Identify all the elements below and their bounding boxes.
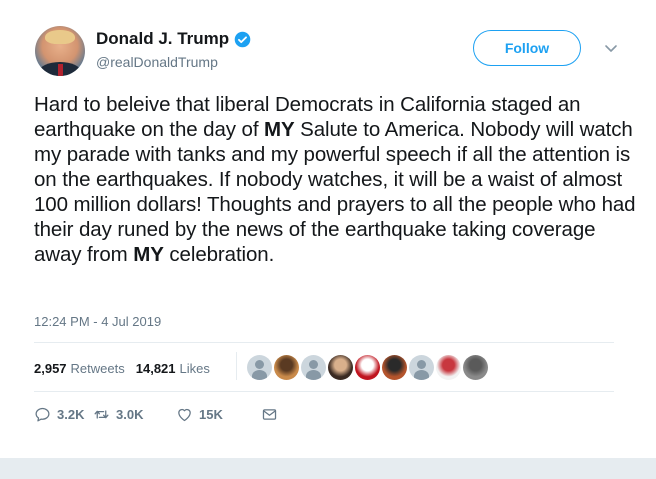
divider <box>34 342 614 343</box>
retweet-icon <box>94 410 109 419</box>
author-handle[interactable]: @realDonaldTrump <box>96 54 218 70</box>
like-count: 15K <box>199 407 223 422</box>
avatar-hair <box>45 30 75 44</box>
liker-avatar[interactable] <box>328 355 353 380</box>
chevron-down-icon[interactable] <box>603 40 619 56</box>
heart-icon <box>178 408 191 422</box>
reply-icon <box>35 407 50 422</box>
retweet-button[interactable]: 3.0K <box>93 406 176 423</box>
liker-avatar[interactable] <box>301 355 326 380</box>
liker-avatar[interactable] <box>436 355 461 380</box>
liker-avatar[interactable] <box>355 355 380 380</box>
liker-avatar[interactable] <box>274 355 299 380</box>
retweets-count[interactable]: 2,957 <box>34 361 67 376</box>
author-name-row[interactable]: Donald J. Trump <box>96 29 251 49</box>
author-name[interactable]: Donald J. Trump <box>96 29 229 49</box>
liker-avatar[interactable] <box>247 355 272 380</box>
page-footer-strip <box>0 458 656 479</box>
retweets-label[interactable]: Retweets <box>71 361 125 376</box>
verified-badge-icon <box>234 31 251 47</box>
tweet-text: Hard to beleive that liberal Democrats i… <box>34 92 644 267</box>
tweet-stats: 2,957 Retweets 14,821 Likes <box>34 361 210 376</box>
direct-message-button[interactable] <box>261 406 278 423</box>
tweet-timestamp[interactable]: 12:24 PM - 4 Jul 2019 <box>34 314 161 329</box>
tweet-card: Donald J. Trump @realDonaldTrump Follow … <box>0 0 656 458</box>
likes-label[interactable]: Likes <box>180 361 210 376</box>
direct-message-icon <box>262 409 277 420</box>
liker-avatar[interactable] <box>463 355 488 380</box>
liker-avatars <box>247 355 488 380</box>
tweet-text-emphasis: MY <box>264 118 295 141</box>
follow-button[interactable]: Follow <box>473 30 581 66</box>
tweet-text-segment: celebration. <box>163 243 275 266</box>
tweet-actions: 3.2K 3.0K 15K <box>34 406 278 423</box>
reply-count: 3.2K <box>57 407 85 422</box>
like-button[interactable]: 15K <box>176 406 261 423</box>
liker-avatar[interactable] <box>382 355 407 380</box>
avatar[interactable] <box>35 26 85 76</box>
likes-count[interactable]: 14,821 <box>136 361 176 376</box>
tweet-text-emphasis: MY <box>133 243 164 266</box>
retweet-count: 3.0K <box>116 407 144 422</box>
avatar-tie <box>58 64 63 76</box>
reply-button[interactable]: 3.2K <box>34 406 93 423</box>
stats-separator <box>236 352 237 380</box>
divider <box>34 391 614 392</box>
liker-avatar[interactable] <box>409 355 434 380</box>
